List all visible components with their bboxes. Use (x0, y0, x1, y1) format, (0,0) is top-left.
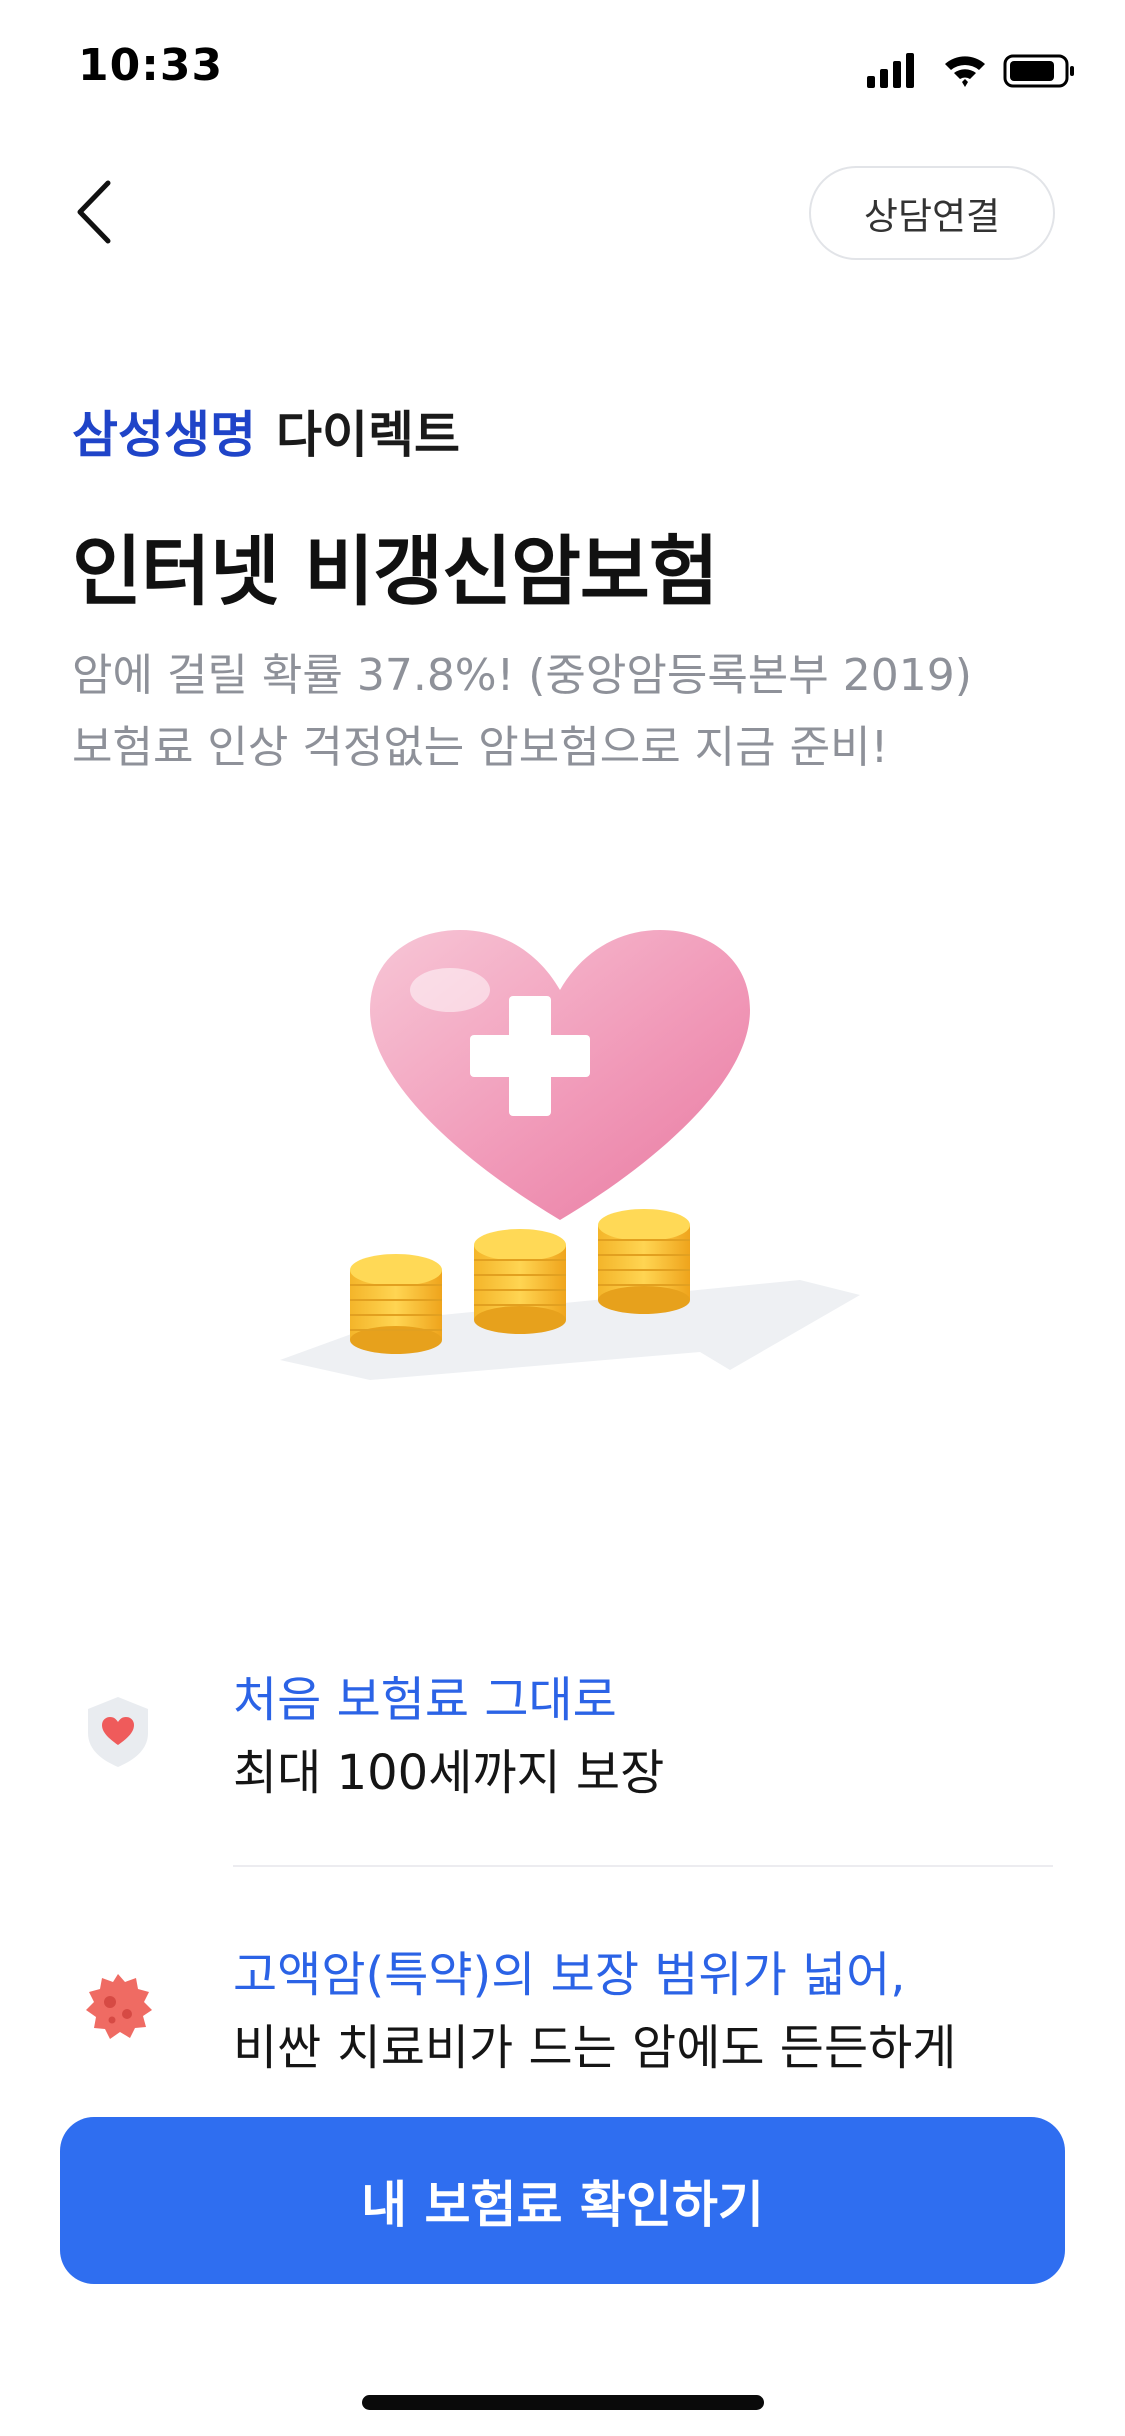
hero-illustration (260, 920, 860, 1420)
feature-text-2: 비싼 치료비가 드는 암에도 든든하게 (233, 2020, 957, 2076)
brand: 삼성생명 다이렉트 (72, 395, 460, 467)
brand-sub: 다이렉트 (276, 406, 460, 464)
chevron-left-icon (77, 180, 111, 244)
subtitle-line-2: 보험료 인상 걱정없는 암보험으로 지금 준비! (72, 722, 889, 773)
coin-stack-3 (598, 1209, 690, 1314)
subtitle-line-1: 암에 걸릴 확률 37.8%! (중앙암등록본부 2019) (72, 650, 972, 701)
battery-icon (1003, 54, 1074, 88)
consult-button[interactable]: 상담연결 (809, 166, 1055, 260)
wifi-icon (945, 56, 985, 87)
shield-heart-icon (80, 1693, 156, 1769)
signal-icon (867, 53, 914, 88)
feature-item-2: 고액암(특약)의 보장 범위가 넓어, 비싼 치료비가 드는 암에도 든든하게 (0, 1935, 1125, 2085)
feature-text-1: 최대 100세까지 보장 (233, 1745, 665, 1801)
check-premium-button[interactable]: 내 보험료 확인하기 (60, 2117, 1065, 2284)
page-title: 인터넷 비갱신암보험 (72, 527, 719, 616)
header: 상담연결 (0, 150, 1125, 280)
coin-stack-2 (474, 1229, 566, 1334)
feature-item-1: 처음 보험료 그대로 최대 100세까지 보장 (0, 1660, 1125, 1810)
feature-highlight-2: 고액암(특약)의 보장 범위가 넓어, (233, 1947, 906, 2003)
status-bar: 10:33 (0, 0, 1125, 140)
subtitle: 암에 걸릴 확률 37.8%! (중앙암등록본부 2019) 보험료 인상 걱정… (72, 640, 1072, 784)
status-icons (867, 50, 1077, 92)
feature-highlight-1: 처음 보험료 그대로 (233, 1672, 617, 1728)
coin-stack-1 (350, 1254, 442, 1354)
back-button[interactable] (58, 176, 130, 248)
brand-name: 삼성생명 (72, 406, 256, 464)
divider (233, 1865, 1053, 1867)
home-indicator (362, 2395, 764, 2410)
status-time: 10:33 (78, 40, 224, 91)
virus-cell-icon (80, 1970, 156, 2046)
